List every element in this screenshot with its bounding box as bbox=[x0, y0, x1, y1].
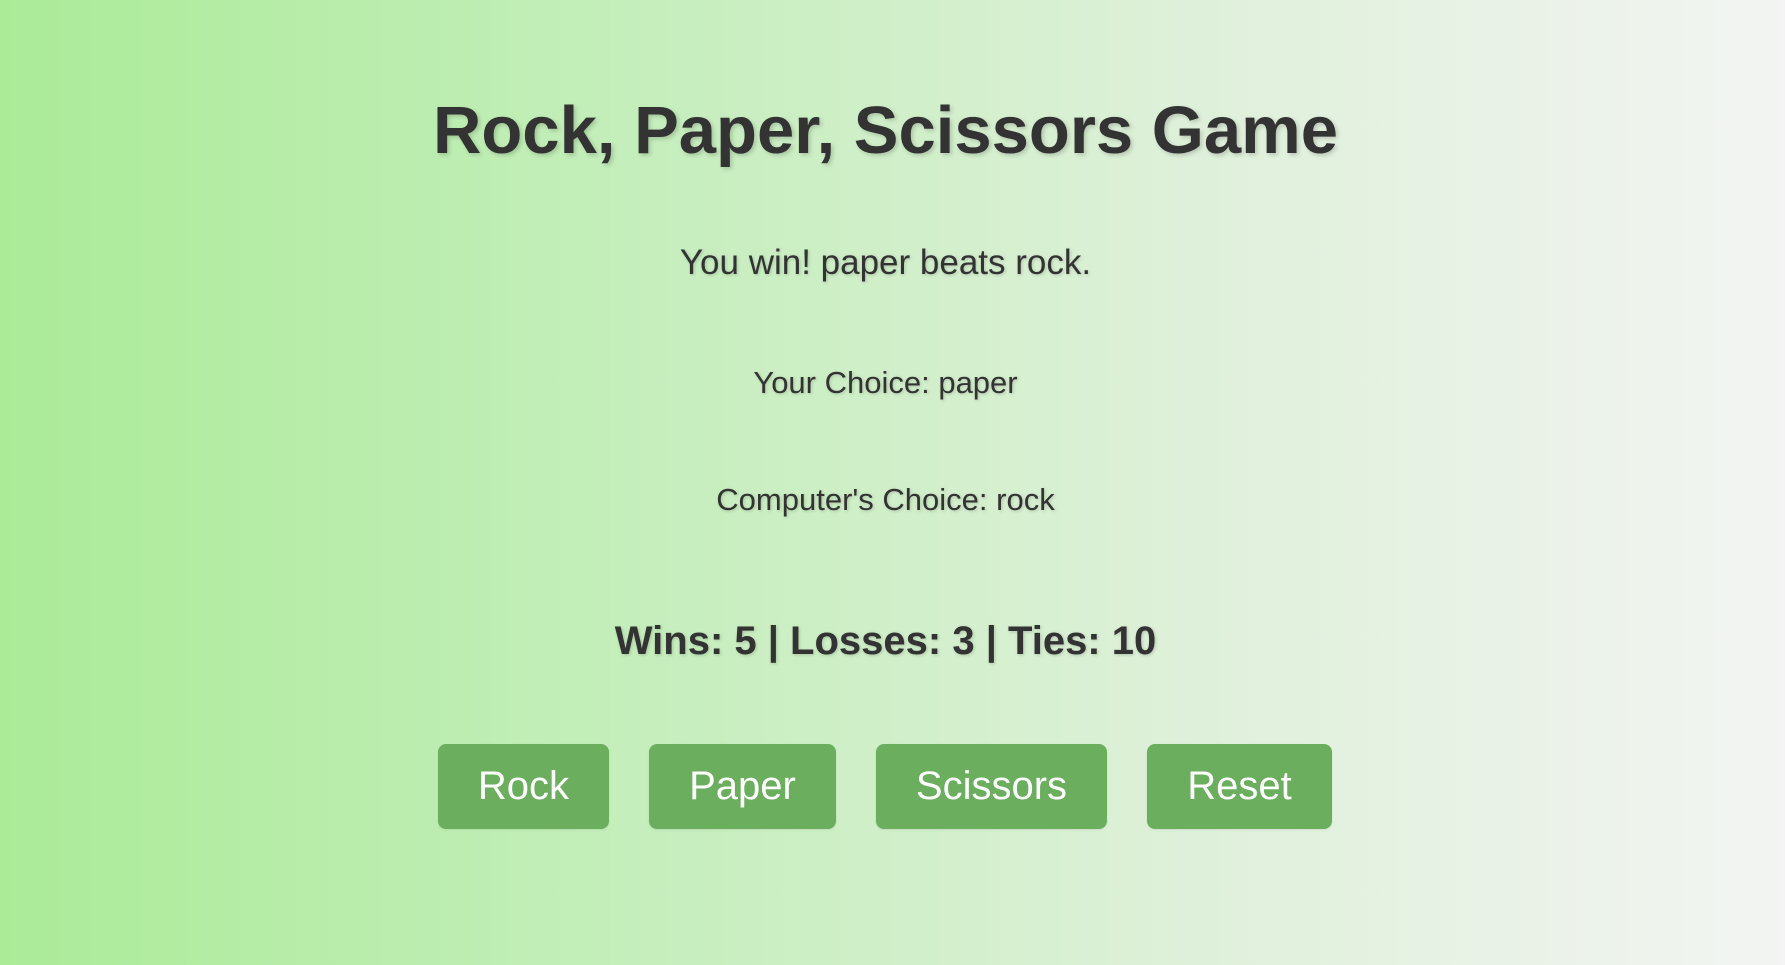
your-choice-text: Your Choice: paper bbox=[753, 365, 1018, 400]
game-container: Rock, Paper, Scissors Game You win! pape… bbox=[0, 0, 1785, 965]
computer-choice-text: Computer's Choice: rock bbox=[716, 482, 1055, 517]
result-message: You win! paper beats rock. bbox=[679, 243, 1092, 282]
reset-button[interactable]: Reset bbox=[1147, 744, 1332, 829]
page-title: Rock, Paper, Scissors Game bbox=[433, 93, 1338, 168]
paper-button[interactable]: Paper bbox=[649, 744, 836, 829]
rock-button[interactable]: Rock bbox=[438, 744, 609, 829]
choice-buttons: Rock Paper Scissors Reset bbox=[438, 744, 1332, 829]
score-display: Wins: 5 | Losses: 3 | Ties: 10 bbox=[614, 619, 1157, 663]
scissors-button[interactable]: Scissors bbox=[876, 744, 1107, 829]
